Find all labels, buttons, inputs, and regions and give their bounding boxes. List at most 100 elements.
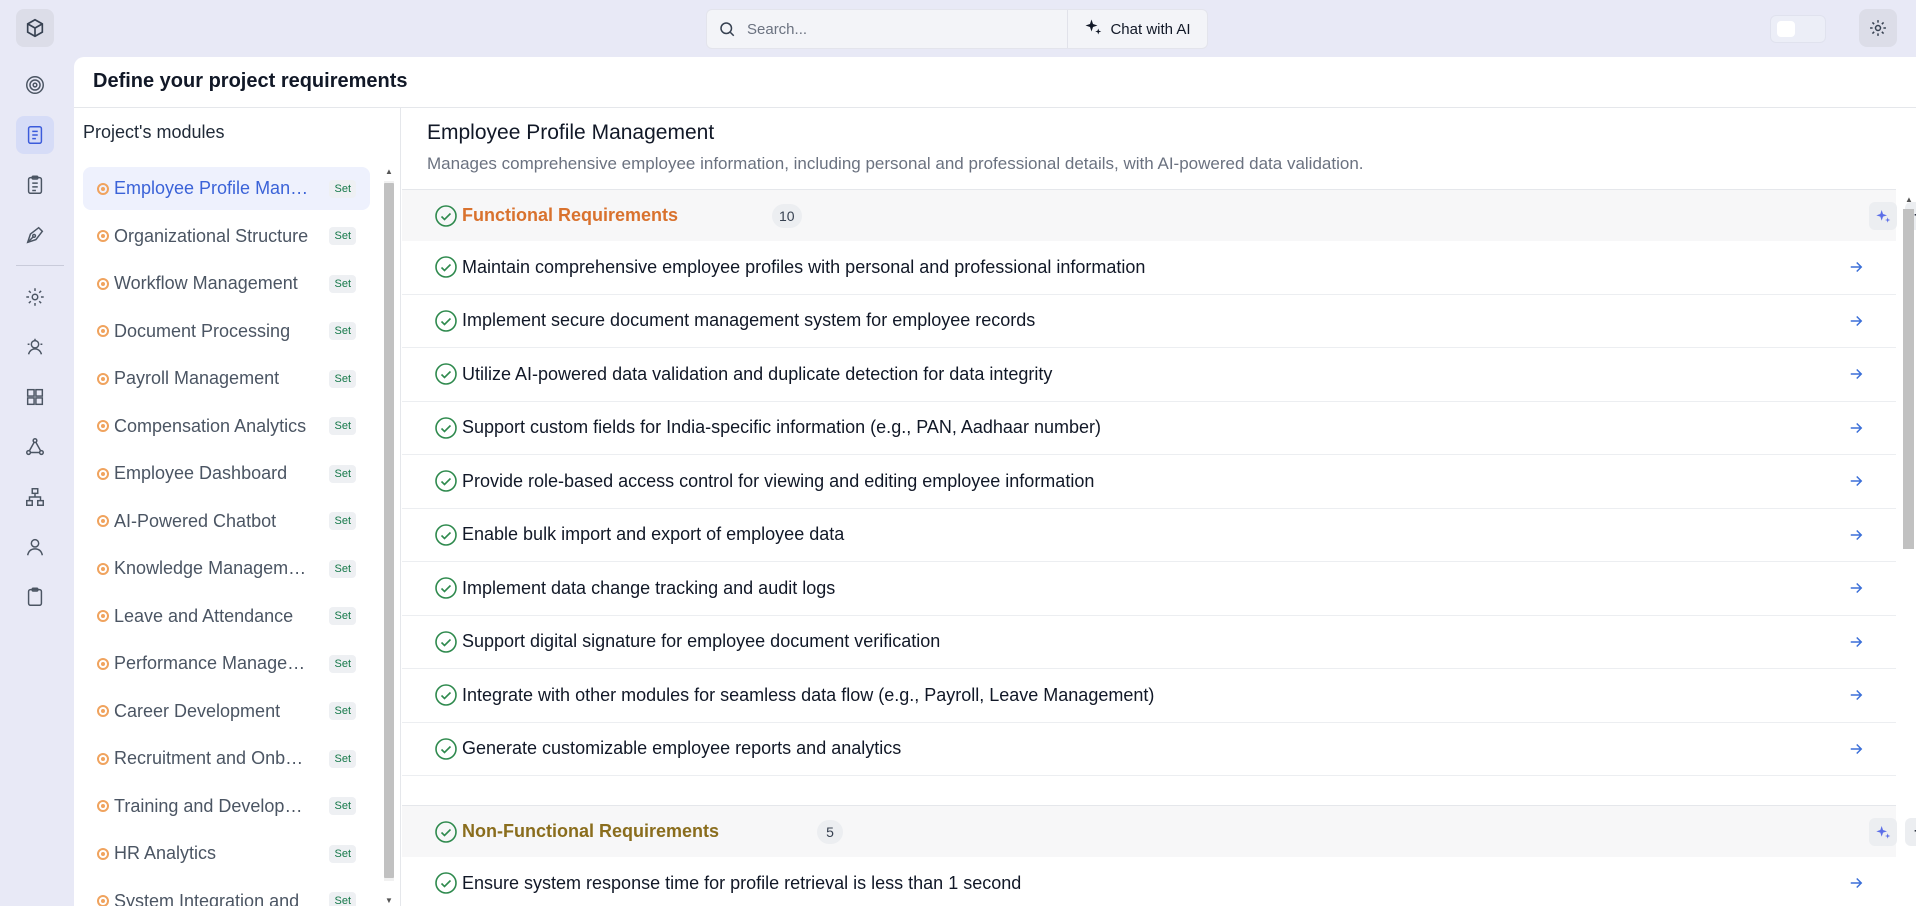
set-badge: Set [329, 892, 356, 906]
requirement-row[interactable]: Ensure system response time for profile … [402, 857, 1896, 906]
design-pen-icon[interactable] [16, 216, 54, 254]
non-functional-requirements-list: Ensure system response time for profile … [402, 857, 1896, 906]
arrow-right-icon[interactable] [1847, 472, 1865, 490]
set-badge: Set [329, 702, 356, 720]
requirement-row[interactable]: Enable bulk import and export of employe… [402, 508, 1896, 562]
module-name: Performance Management [114, 653, 310, 673]
arrow-right-icon[interactable] [1847, 365, 1865, 383]
requirement-row[interactable]: Support custom fields for India-specific… [402, 401, 1896, 455]
module-item[interactable]: AI-Powered Chatbot Set [83, 500, 370, 543]
functional-requirements-header[interactable]: Functional Requirements 10 + [402, 189, 1916, 241]
toggle-knob [1777, 21, 1795, 37]
arrow-right-icon[interactable] [1847, 312, 1865, 330]
workflow-triangle-icon[interactable] [16, 428, 54, 466]
arrow-right-icon[interactable] [1847, 633, 1865, 651]
scroll-thumb[interactable] [384, 183, 394, 878]
check-circle-icon [435, 309, 457, 332]
requirement-row[interactable]: Utilize AI-powered data validation and d… [402, 348, 1896, 402]
target-icon[interactable] [16, 66, 54, 104]
modules-title: Project's modules [83, 122, 225, 142]
search-bar: Chat with AI [706, 9, 1208, 49]
arrow-right-icon[interactable] [1847, 686, 1865, 704]
module-item[interactable]: Recruitment and Onboarding Set [83, 737, 370, 780]
module-name: Training and Development [114, 795, 310, 816]
requirement-text: Implement data change tracking and audit… [462, 577, 836, 598]
non-functional-requirements-title: Non-Functional Requirements [462, 821, 720, 841]
settings-gear-icon[interactable] [16, 278, 54, 316]
check-circle-icon [435, 630, 457, 653]
ai-generate-sparkle-icon[interactable] [1869, 201, 1897, 230]
chat-with-ai-label: Chat with AI [1110, 20, 1191, 38]
module-item[interactable]: Workflow Management Set [83, 262, 370, 305]
content-scrollbar[interactable]: ▲ [1901, 193, 1916, 906]
search-input[interactable] [747, 10, 1067, 48]
grid-modules-icon[interactable] [16, 378, 54, 416]
requirement-row[interactable]: Provide role-based access control for vi… [402, 455, 1896, 509]
arrow-right-icon[interactable] [1847, 740, 1865, 758]
module-item[interactable]: Career Development Set [83, 690, 370, 733]
module-item[interactable]: Knowledge Management Set [83, 547, 370, 590]
module-item[interactable]: Training and Development Set [83, 785, 370, 828]
scroll-thumb[interactable] [1903, 209, 1914, 549]
status-dot-icon [97, 705, 109, 717]
non-functional-requirements-count: 5 [817, 819, 843, 844]
app-logo-cube-icon[interactable] [16, 9, 54, 47]
status-dot-icon [97, 515, 109, 527]
status-dot-icon [97, 657, 109, 670]
requirement-row[interactable]: Integrate with other modules for seamles… [402, 669, 1896, 723]
module-name: Recruitment and Onboarding [114, 748, 310, 768]
module-item[interactable]: Document Processing Set [83, 310, 370, 353]
requirement-row[interactable]: Generate customizable employee reports a… [402, 722, 1896, 776]
status-dot-icon [97, 610, 109, 622]
ai-agent-icon[interactable] [16, 328, 54, 366]
arrow-right-icon[interactable] [1847, 526, 1865, 544]
arrow-right-icon[interactable] [1847, 419, 1865, 437]
requirements-doc-icon[interactable] [16, 116, 54, 154]
sparkle-icon [1084, 18, 1102, 40]
arrow-right-icon[interactable] [1847, 579, 1865, 597]
modules-scrollbar[interactable]: ▲ ▼ [382, 165, 396, 906]
left-rail [0, 0, 72, 906]
module-item[interactable]: Employee Profile Management Set [83, 167, 370, 210]
arrow-right-icon[interactable] [1847, 874, 1865, 892]
module-item[interactable]: Compensation Analytics Set [83, 405, 370, 448]
status-dot-icon [97, 372, 109, 385]
module-item[interactable]: HR Analytics Set [83, 832, 370, 875]
arrow-right-icon[interactable] [1847, 258, 1865, 276]
set-badge: Set [329, 322, 356, 340]
page-title: Define your project requirements [93, 70, 408, 92]
set-badge: Set [329, 369, 356, 388]
functional-requirements-title: Functional Requirements [462, 205, 679, 225]
set-badge: Set [329, 464, 356, 483]
requirement-text: Support digital signature for employee d… [462, 631, 941, 652]
requirement-text: Support custom fields for India-specific… [462, 417, 1101, 438]
module-item[interactable]: Employee Dashboard Set [83, 452, 370, 495]
main-panel: Define your project requirements Project… [74, 57, 1916, 906]
org-chart-icon[interactable] [16, 478, 54, 516]
chat-with-ai-button[interactable]: Chat with AI [1067, 10, 1207, 48]
functional-requirements-count: 10 [772, 203, 802, 228]
user-icon[interactable] [16, 528, 54, 566]
clipboard-icon[interactable] [16, 578, 54, 616]
module-item[interactable]: System Integration and Set [83, 880, 370, 906]
scroll-up-arrow[interactable]: ▲ [384, 167, 394, 177]
top-settings-gear-icon[interactable] [1859, 9, 1897, 47]
status-dot-icon [97, 895, 109, 906]
requirement-row[interactable]: Maintain comprehensive employee profiles… [402, 241, 1896, 295]
theme-toggle[interactable] [1770, 15, 1826, 43]
check-circle-icon [435, 820, 457, 843]
module-name: Compensation Analytics [114, 415, 307, 436]
module-item[interactable]: Performance Management Set [83, 642, 370, 685]
ai-generate-sparkle-icon[interactable] [1869, 817, 1897, 846]
scroll-up-arrow[interactable]: ▲ [1904, 195, 1914, 205]
requirement-text: Enable bulk import and export of employe… [462, 524, 845, 545]
module-item[interactable]: Leave and Attendance Set [83, 595, 370, 638]
scroll-down-arrow[interactable]: ▼ [384, 896, 394, 906]
non-functional-requirements-header[interactable]: Non-Functional Requirements 5 + [402, 805, 1916, 857]
clipboard-list-icon[interactable] [16, 166, 54, 204]
requirement-row[interactable]: Support digital signature for employee d… [402, 615, 1896, 669]
requirement-row[interactable]: Implement secure document management sys… [402, 294, 1896, 348]
requirement-row[interactable]: Implement data change tracking and audit… [402, 562, 1896, 616]
module-item[interactable]: Payroll Management Set [83, 357, 370, 400]
module-item[interactable]: Organizational Structure Set [83, 215, 370, 258]
